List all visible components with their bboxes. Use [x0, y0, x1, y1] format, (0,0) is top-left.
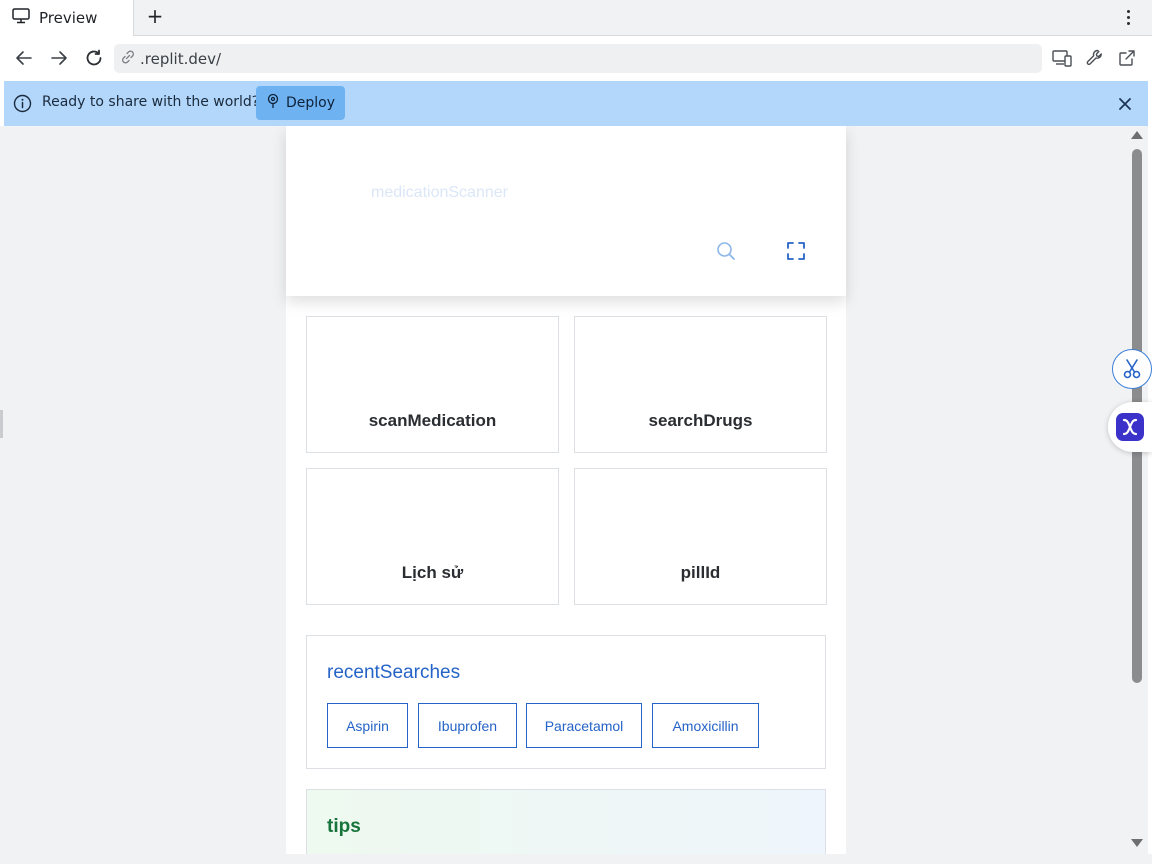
app-title: medicationScanner	[371, 184, 508, 201]
deploy-banner: Ready to share with the world? Deploy	[4, 81, 1148, 126]
scroll-up-arrow-icon[interactable]	[1131, 131, 1143, 139]
card-label: scanMedication	[368, 411, 497, 430]
resize-handle[interactable]	[0, 410, 3, 438]
reload-icon[interactable]	[82, 46, 106, 70]
external-link-icon[interactable]	[1115, 46, 1139, 70]
link-icon	[120, 49, 136, 69]
scroll-down-arrow-icon[interactable]	[1131, 839, 1143, 847]
card-label: searchDrugs	[648, 411, 753, 430]
tab-strip: Preview +	[0, 0, 1152, 36]
recent-search-chip[interactable]: Ibuprofen	[418, 703, 517, 748]
close-icon[interactable]	[1114, 93, 1136, 115]
preview-viewport: medicationScanner scanMedication searchD…	[4, 126, 1148, 854]
info-icon	[13, 94, 32, 117]
recent-searches-heading: recentSearches	[327, 662, 461, 683]
scissors-icon[interactable]	[1112, 349, 1152, 389]
new-tab-button[interactable]: +	[144, 4, 166, 28]
scan-medication-card[interactable]: scanMedication	[306, 316, 559, 453]
navigation-bar: .replit.dev/	[0, 36, 1152, 81]
banner-message: Ready to share with the world?	[42, 94, 260, 110]
app-header: medicationScanner	[286, 126, 846, 296]
deploy-button[interactable]: Deploy	[256, 86, 345, 120]
devices-icon[interactable]	[1050, 46, 1074, 70]
url-text: .replit.dev/	[140, 49, 222, 68]
forward-arrow-icon[interactable]	[47, 46, 71, 70]
x-app-badge	[1116, 413, 1144, 441]
monitor-icon	[12, 8, 30, 28]
back-arrow-icon[interactable]	[12, 46, 36, 70]
recent-search-chip[interactable]: Aspirin	[327, 703, 408, 748]
bottom-edge	[0, 854, 1152, 864]
tab-title: Preview	[39, 9, 98, 27]
more-options-icon[interactable]	[1118, 5, 1138, 29]
pill-id-card[interactable]: pillId	[574, 468, 827, 605]
recent-searches-panel: recentSearches Aspirin Ibuprofen Paracet…	[306, 635, 826, 769]
wrench-icon[interactable]	[1083, 46, 1107, 70]
fullscreen-icon[interactable]	[785, 240, 807, 262]
card-label: Lịch sử	[401, 563, 464, 582]
card-label: pillId	[680, 563, 721, 582]
app-screen: medicationScanner scanMedication searchD…	[286, 126, 846, 854]
x-app-icon[interactable]	[1108, 402, 1152, 452]
history-card[interactable]: Lịch sử	[306, 468, 559, 605]
search-icon[interactable]	[715, 240, 737, 262]
search-drugs-card[interactable]: searchDrugs	[574, 316, 827, 453]
tab-preview[interactable]: Preview	[0, 0, 134, 36]
tips-heading: tips	[327, 816, 361, 837]
deploy-icon	[266, 93, 280, 113]
recent-search-chip[interactable]: Paracetamol	[526, 703, 642, 748]
tips-panel: tips	[306, 789, 826, 854]
recent-search-chip[interactable]: Amoxicillin	[652, 703, 759, 748]
url-field[interactable]: .replit.dev/	[114, 44, 1042, 73]
deploy-label: Deploy	[285, 95, 336, 111]
